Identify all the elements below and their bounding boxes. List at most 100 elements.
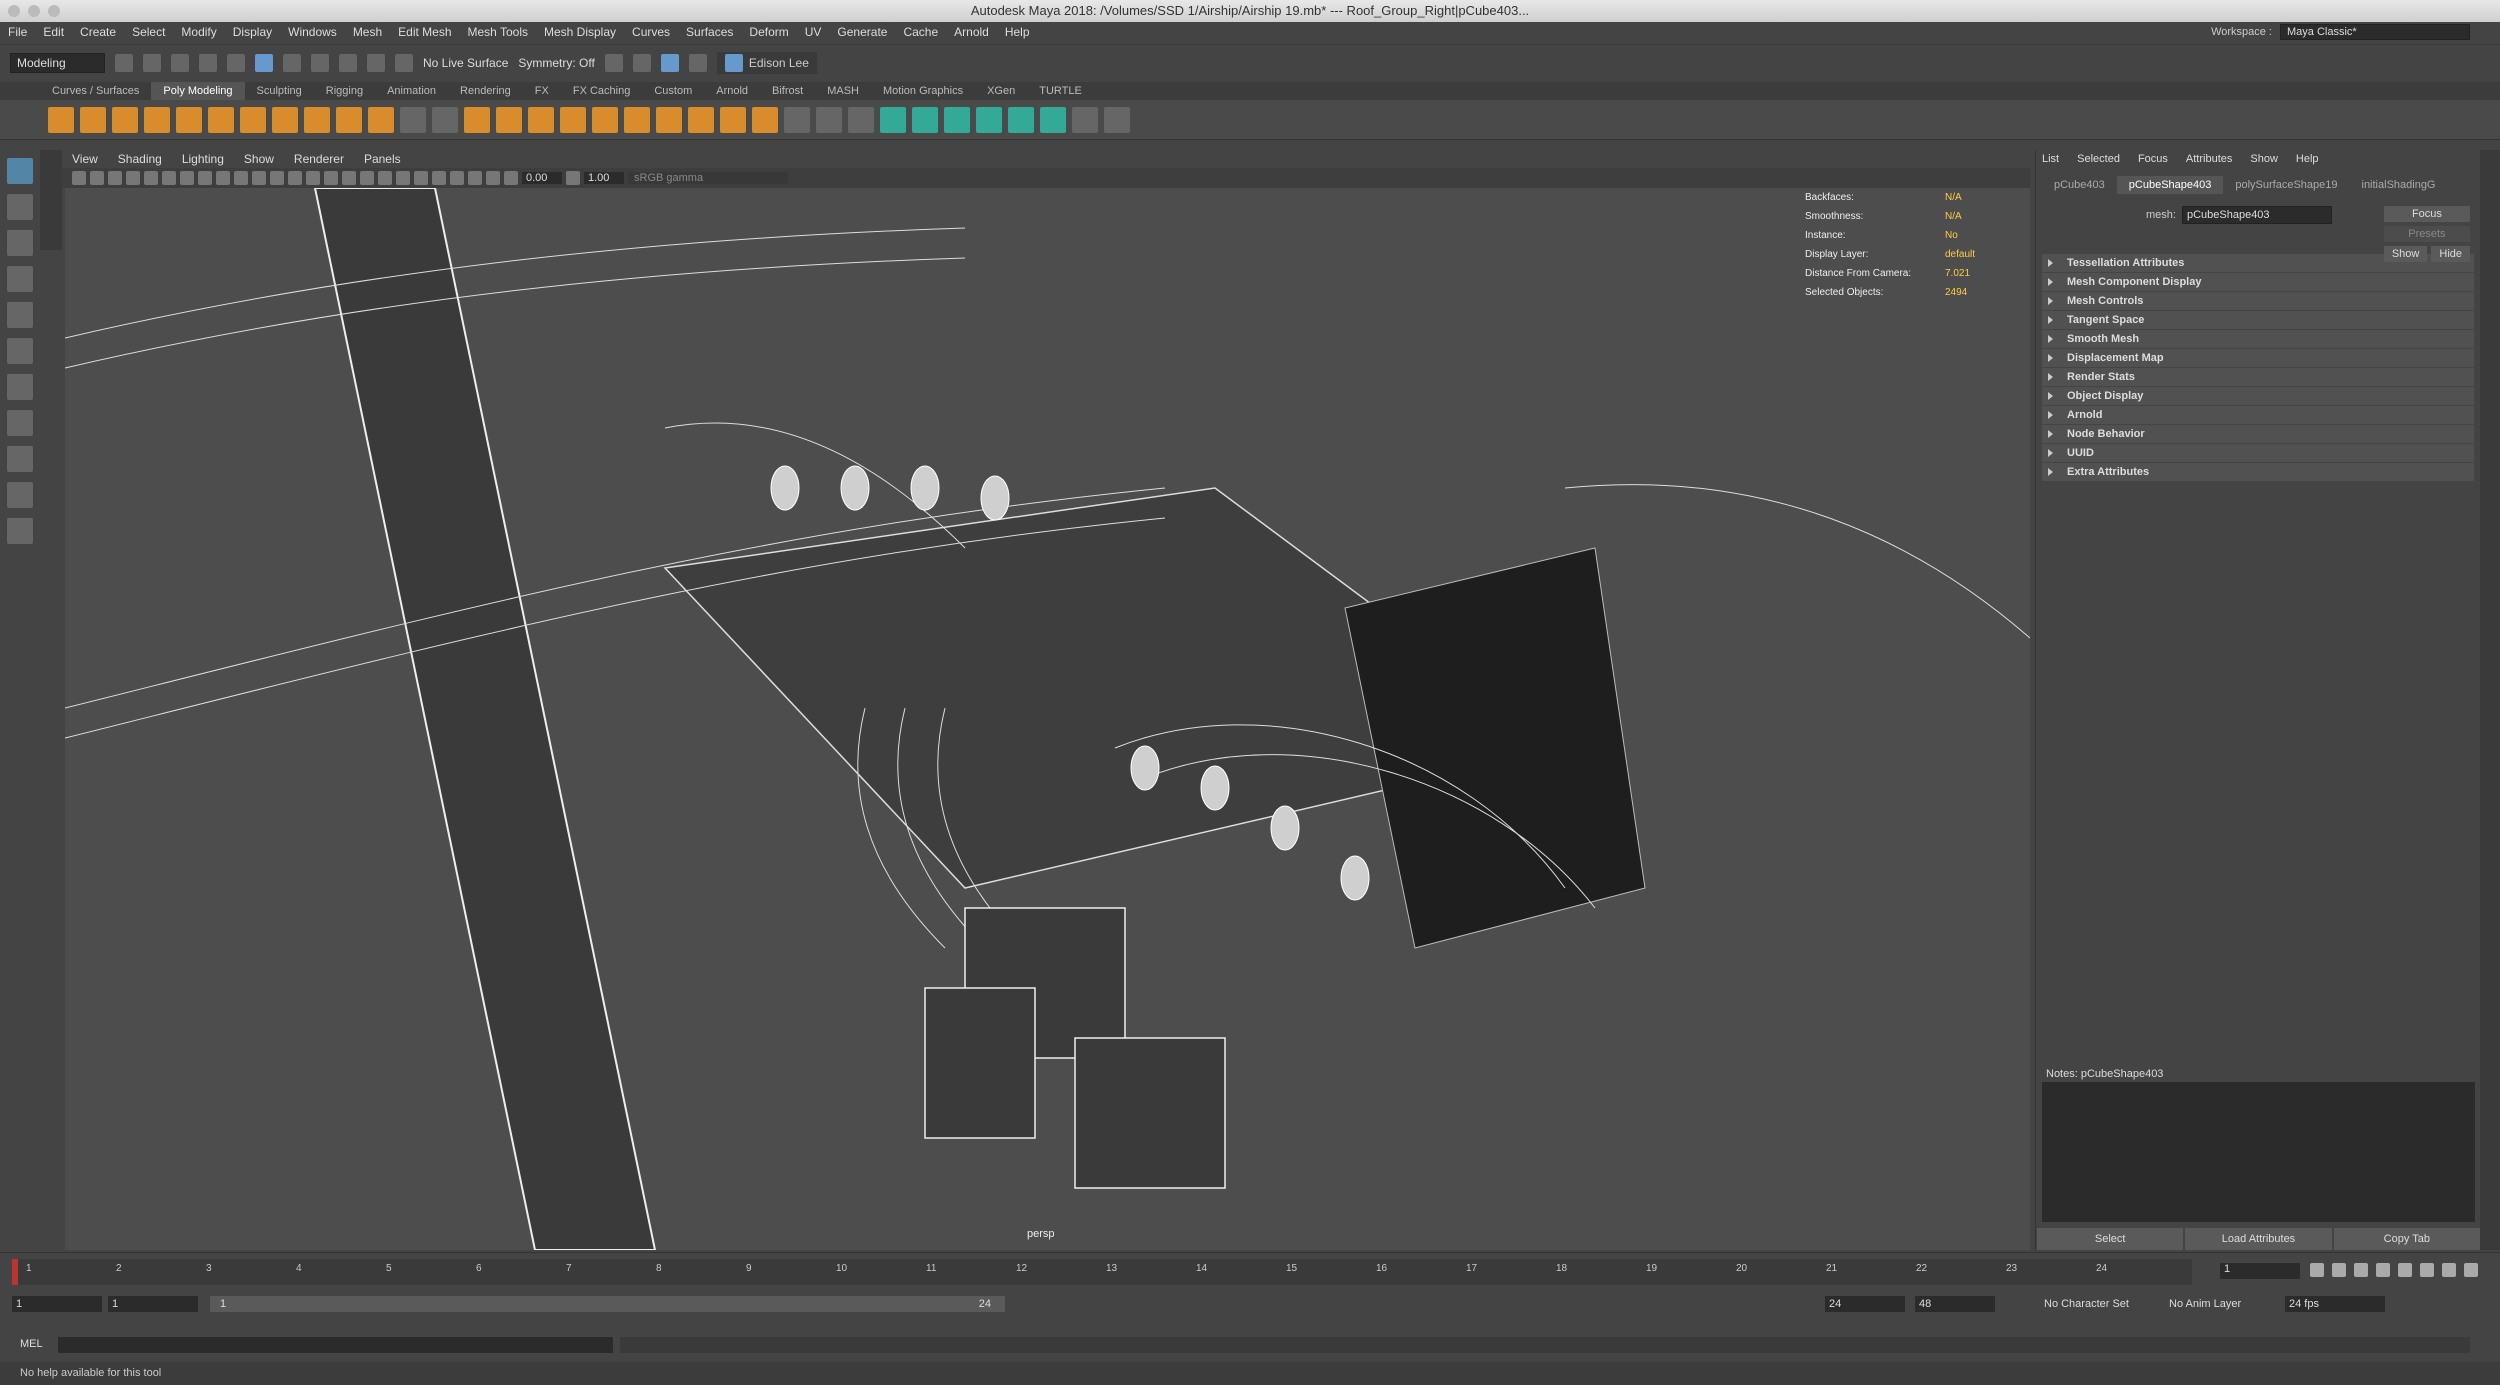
section-uuid[interactable]: UUID xyxy=(2042,444,2474,462)
attr-tab-initialshadingg[interactable]: initialShadingG xyxy=(2350,176,2448,194)
viewport-menu-show[interactable]: Show xyxy=(244,152,274,166)
character-set-dropdown[interactable]: No Character Set xyxy=(2040,1296,2140,1312)
playback-start-field[interactable]: 1 xyxy=(108,1296,198,1312)
attr-menu-list[interactable]: List xyxy=(2042,153,2059,165)
menu-mesh-display[interactable]: Mesh Display xyxy=(544,25,616,39)
expand-arrow-icon[interactable] xyxy=(2048,316,2053,324)
isolate-select-icon[interactable] xyxy=(432,171,446,185)
animation-start-field[interactable]: 1 xyxy=(12,1296,102,1312)
menu-edit[interactable]: Edit xyxy=(43,25,64,39)
menu-modify[interactable]: Modify xyxy=(181,25,216,39)
platonic-solid-icon[interactable] xyxy=(272,106,298,133)
exposure-icon[interactable] xyxy=(504,171,518,185)
outliner-layout-icon[interactable] xyxy=(7,518,33,544)
viewport-menu-renderer[interactable]: Renderer xyxy=(294,152,344,166)
viewport-menu-view[interactable]: View xyxy=(72,152,98,166)
render-settings-icon[interactable] xyxy=(688,53,707,72)
minimize-icon[interactable] xyxy=(28,5,40,17)
section-smooth-mesh[interactable]: Smooth Mesh xyxy=(2042,330,2474,348)
auto-uv-icon[interactable] xyxy=(976,106,1002,133)
undo-icon[interactable] xyxy=(199,53,217,72)
attr-menu-help[interactable]: Help xyxy=(2296,153,2319,165)
select-tool-icon[interactable] xyxy=(7,158,33,184)
unfold-uv-icon[interactable] xyxy=(1104,106,1130,133)
expand-arrow-icon[interactable] xyxy=(2048,430,2053,438)
poly-sphere-icon[interactable] xyxy=(48,106,74,133)
command-input[interactable] xyxy=(58,1337,613,1353)
fill-hole-icon[interactable] xyxy=(752,106,778,133)
two-view-icon[interactable] xyxy=(7,482,33,508)
select-button[interactable]: Select xyxy=(2037,1228,2184,1250)
grid-icon[interactable] xyxy=(144,171,158,185)
window-controls[interactable] xyxy=(8,5,60,17)
current-frame-field[interactable]: 1 xyxy=(2220,1263,2300,1279)
section-render-stats[interactable]: Render Stats xyxy=(2042,368,2474,386)
zoom-icon[interactable] xyxy=(48,5,60,17)
rotate-tool-icon[interactable] xyxy=(7,302,33,328)
play-forwards-icon[interactable] xyxy=(2398,1263,2412,1277)
user-account[interactable]: Edison Lee xyxy=(716,51,817,74)
close-icon[interactable] xyxy=(8,5,20,17)
shelf-tab-rigging[interactable]: Rigging xyxy=(314,82,375,100)
menu-windows[interactable]: Windows xyxy=(288,25,337,39)
load-attributes-button[interactable]: Load Attributes xyxy=(2185,1228,2332,1250)
menu-surfaces[interactable]: Surfaces xyxy=(686,25,733,39)
playback-end-field[interactable]: 24 xyxy=(1825,1296,1905,1312)
open-scene-icon[interactable] xyxy=(143,53,161,72)
shelf-tab-curves-surfaces[interactable]: Curves / Surfaces xyxy=(40,82,151,100)
attr-tab-pcube403[interactable]: pCube403 xyxy=(2042,176,2117,194)
image-plane-icon[interactable] xyxy=(126,171,140,185)
smooth-icon[interactable] xyxy=(560,106,586,133)
gate-mask-icon[interactable] xyxy=(198,171,212,185)
bookmark-icon[interactable] xyxy=(108,171,122,185)
attr-tab-pcubeshape403[interactable]: pCubeShape403 xyxy=(2116,176,2224,194)
lasso-tool-icon[interactable] xyxy=(7,194,33,220)
section-mesh-component-display[interactable]: Mesh Component Display xyxy=(2042,273,2474,291)
textured-icon[interactable] xyxy=(306,171,320,185)
shadows-icon[interactable] xyxy=(342,171,356,185)
shelf-tab-turtle[interactable]: TURTLE xyxy=(1027,82,1094,100)
exposure-field[interactable]: 0.00 xyxy=(522,172,562,184)
paint-select-icon[interactable] xyxy=(7,230,33,256)
uv-editor-icon[interactable] xyxy=(1008,106,1034,133)
last-tool-icon[interactable] xyxy=(7,374,33,400)
section-arnold[interactable]: Arnold xyxy=(2042,406,2474,424)
wireframe-on-shaded-icon[interactable] xyxy=(288,171,302,185)
section-extra-attributes[interactable]: Extra Attributes xyxy=(2042,463,2474,481)
viewport-menu-panels[interactable]: Panels xyxy=(364,152,401,166)
move-tool-icon[interactable] xyxy=(7,266,33,292)
bevel-icon[interactable] xyxy=(656,106,682,133)
expand-arrow-icon[interactable] xyxy=(2048,392,2053,400)
anti-aliasing-icon[interactable] xyxy=(396,171,410,185)
safe-action-icon[interactable] xyxy=(234,171,248,185)
super-shape-icon[interactable] xyxy=(304,106,330,133)
gamma-icon[interactable] xyxy=(566,171,580,185)
text-icon[interactable] xyxy=(336,106,362,133)
wireframe-icon[interactable] xyxy=(252,171,266,185)
mesh-name-field[interactable]: pCubeShape403 xyxy=(2181,206,2332,224)
live-surface-label[interactable]: No Live Surface xyxy=(423,56,508,70)
lights-icon[interactable] xyxy=(324,171,338,185)
depth-of-field-icon[interactable] xyxy=(414,171,428,185)
notes-textarea[interactable] xyxy=(2042,1082,2475,1222)
four-view-icon[interactable] xyxy=(7,446,33,472)
render-view-icon[interactable] xyxy=(604,53,623,72)
section-mesh-controls[interactable]: Mesh Controls xyxy=(2042,292,2474,310)
attr-tab-polysurfaceshape19[interactable]: polySurfaceShape19 xyxy=(2223,176,2349,194)
play-backwards-icon[interactable] xyxy=(2376,1263,2390,1277)
expand-arrow-icon[interactable] xyxy=(2048,278,2053,286)
attr-menu-focus[interactable]: Focus xyxy=(2138,153,2168,165)
shelf-tab-fx[interactable]: FX xyxy=(523,82,561,100)
menu-help[interactable]: Help xyxy=(1005,25,1030,39)
combine-icon[interactable] xyxy=(432,106,458,133)
scale-tool-icon[interactable] xyxy=(7,338,33,364)
copy-tab-button[interactable]: Copy Tab xyxy=(2333,1228,2480,1250)
step-back-frame-icon[interactable] xyxy=(2354,1263,2368,1277)
spherical-uv-icon[interactable] xyxy=(944,106,970,133)
workspace-dropdown[interactable]: Maya Classic* xyxy=(2280,24,2470,40)
time-slider-track[interactable]: 1 2 3 4 5 6 7 8 9 10 11 12 13 14 15 16 17 18 19 20 21 22 23 24 xyxy=(12,1259,2192,1285)
menu-select[interactable]: Select xyxy=(132,25,165,39)
symmetry-dropdown[interactable]: Symmetry: Off xyxy=(518,56,594,70)
boolean-icon[interactable] xyxy=(528,106,554,133)
animation-end-field[interactable]: 48 xyxy=(1915,1296,1995,1312)
